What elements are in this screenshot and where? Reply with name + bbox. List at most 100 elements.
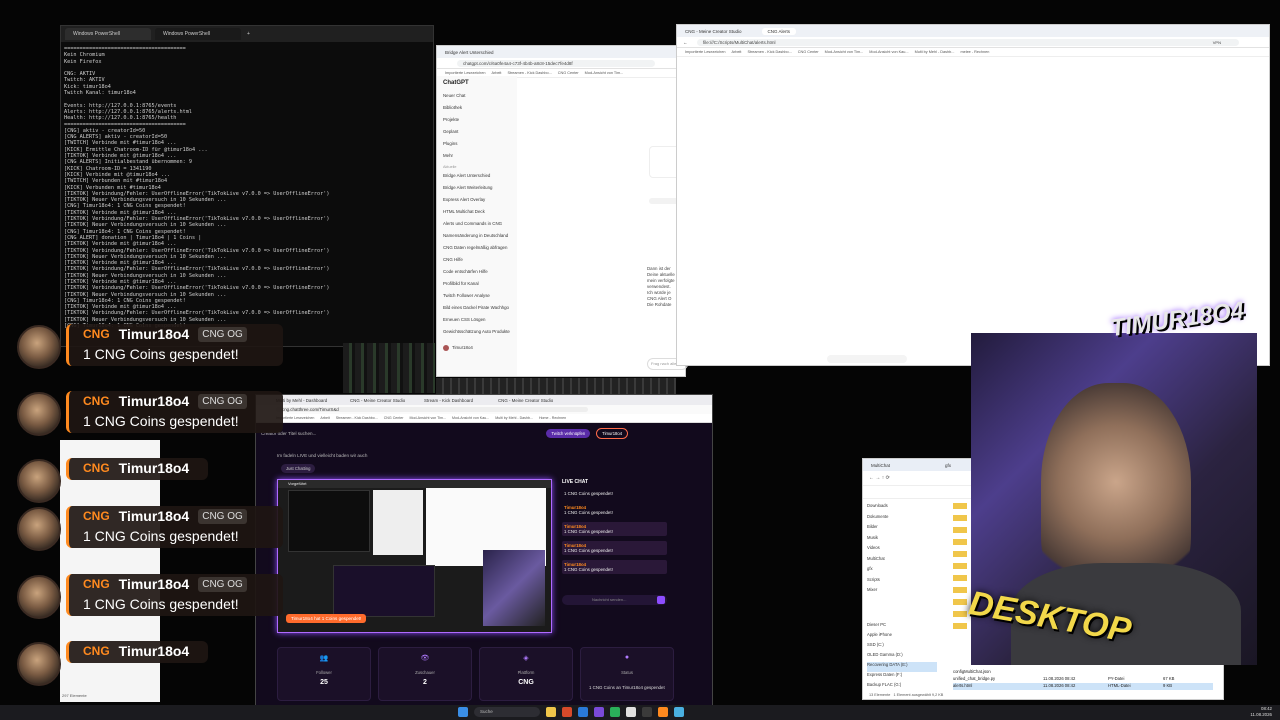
chat-history-item[interactable]: CNG Hilfe [437,254,517,266]
bookmark[interactable]: Mod-Ansicht von Kau... [452,416,489,420]
chat-history-item[interactable]: HTML Multichat Deck [437,206,517,218]
sidebar-menu-item[interactable]: Plugins [437,138,517,150]
user-profile[interactable]: Timur18o4 [437,342,517,354]
chat-history-item[interactable]: Bild eines Dackel Pirate Wachhgo [437,302,517,314]
chat-history-item[interactable]: Alerts und Commands in CNG [437,218,517,230]
drive-item[interactable]: Apple iPhone [867,632,937,642]
category-badge[interactable]: Just Chatting [281,464,316,473]
nav-folder[interactable]: Videos [867,545,937,556]
sidebar-menu-item[interactable]: Projekte [437,114,517,126]
file-row[interactable]: alerts.html 11.08.2026 08:42 HTML-Datei 9 K… [953,683,1213,690]
dashboard-browser-window[interactable]: Multi by Mehl - Dashboard CNG - Meine Cre… [255,394,713,708]
nav-folder[interactable]: gfx [867,566,937,577]
chat-history-item[interactable]: Bridge Alert Unterschied [437,170,517,182]
dashboard-url[interactable]: cng.chatthree.com/TimurS&d [276,407,588,412]
chat-text: 1 CNG Coins gespendet! [564,510,613,515]
file-row[interactable]: unified_chat_bridge.py 11.08.2026 08:42 PY… [953,676,1213,683]
drive-item[interactable]: SSD (C:) [867,642,937,652]
app-icon-4[interactable] [642,707,652,717]
nav-folder[interactable]: Downloads [867,503,937,514]
chat-history-item[interactable]: Twitch Follower Analyse [437,290,517,302]
bookmark[interactable]: Home - Rechnen [539,416,566,420]
sidebar-menu-item[interactable]: Bibliothek [437,102,517,114]
bookmark[interactable]: Mod-Ansicht von Kau... [869,50,908,54]
vpn-addon[interactable]: VPN [1213,40,1221,45]
nav-folder[interactable]: Scripts [867,577,937,588]
new-tab-icon[interactable]: + [247,31,250,37]
bookmark[interactable]: Multi by Mehl - Dashb... [915,50,955,54]
app-icon-6[interactable] [674,707,684,717]
explorer-tab-2[interactable]: gfx [945,463,951,468]
bookmark[interactable]: Importierte Lesezeichen [445,71,486,75]
bookmark[interactable]: Mod-Ansicht von Tim... [409,416,446,420]
chat-history-item[interactable]: Express Alert Overlay [437,194,517,206]
powershell-window[interactable]: Windows PowerShell Windows PowerShell + … [60,25,434,347]
bookmark[interactable]: Arbeit [320,416,329,420]
browser-tab[interactable]: CNG - Meine Creator Studio [350,398,416,403]
drive-item[interactable]: OLED Gamma (D:) [867,652,937,662]
chat-history-item[interactable]: Namensänderung in Deutschland [437,230,517,242]
powershell-tab-2[interactable]: Windows PowerShell [155,28,241,40]
chat-history-item[interactable]: Profilbild für Kanal [437,278,517,290]
chat-input[interactable]: Nachricht senden... [562,595,667,605]
app-icon-2[interactable] [610,707,620,717]
bookmark[interactable]: Arbeit [492,71,502,75]
terminal-icon[interactable] [578,707,588,717]
explorer-icon[interactable] [546,707,556,717]
drive-item[interactable]: Dieser PC [867,622,937,632]
user-menu[interactable]: Timur18o4 [596,427,629,439]
chat-history-item[interactable]: Erneuen CSS Lösgen [437,314,517,326]
drive-item[interactable]: Backup FLAC (G:) [867,682,937,692]
app-icon-5[interactable] [658,707,668,717]
twitch-link-button[interactable]: Twitch verknüpfen [546,428,591,438]
sidebar-menu-item[interactable]: Mehr [437,150,517,162]
bookmark[interactable]: Importierte Lesezeichen [685,50,726,54]
alerts-tab-2[interactable]: CNG Alerts [761,27,797,35]
file-row[interactable]: configMultiChat.json [953,669,1213,676]
send-icon[interactable] [657,596,665,604]
start-icon[interactable] [458,707,468,717]
drive-item[interactable]: Recovering DATA (E:) [867,662,937,672]
app-icon-3[interactable] [626,707,636,717]
nav-folder[interactable]: Mixer [867,587,937,598]
chatgpt-url[interactable]: chatgpt.com/c/6a0fe4a4-c73f-4b4b-a8c8-15… [457,59,655,67]
bookmark[interactable]: melee - Rechnen [960,50,989,54]
nav-folder[interactable]: Bilder [867,524,937,535]
chat-history-item[interactable]: Bridge Alert Weiterleitung [437,182,517,194]
sidebar-menu-item[interactable]: Geplant [437,126,517,138]
taskbar-clock[interactable]: 08:42 11.08.2026 [1250,706,1272,718]
bookmark[interactable]: Streamen - Kick Dashbo... [336,416,378,420]
drive-item[interactable]: Express Daten (F:) [867,672,937,682]
browser-tab[interactable]: Multi by Mehl - Dashboard [276,398,342,403]
powershell-tab-1[interactable]: Windows PowerShell [65,28,151,40]
chatgpt-window[interactable]: Bridge Alert Unterschied chatgpt.com/c/6… [436,45,688,377]
taskbar-search[interactable]: Suche [474,707,540,717]
bookmark[interactable]: Arbeit [732,50,742,54]
bookmark[interactable]: CNG Center [798,50,819,54]
bookmark[interactable]: CNG Center [558,71,579,75]
nav-folder[interactable]: Dokumente [867,514,937,525]
browser-tab[interactable]: Stream - Kick Dashboard [424,398,490,403]
bookmark[interactable]: Mod-Ansicht von Tim... [825,50,864,54]
bookmark[interactable]: Streamen - Kick Dashbo... [747,50,791,54]
sidebar-menu-item[interactable]: Neuer Chat [437,90,517,102]
chat-history-item[interactable]: Code entschärfen Hilfe [437,266,517,278]
bookmark[interactable]: Multi by Mehl - Dashb... [495,416,533,420]
stream-preview[interactable]: Vorgeführt Timur18o4 hat 1 Coins gespend… [277,479,552,633]
chatgpt-tab[interactable]: Bridge Alert Unterschied [445,50,494,55]
bookmark[interactable]: Mod-Ansicht von Tim... [585,71,624,75]
nav-folder[interactable]: Musik [867,535,937,546]
alerts-url[interactable]: file:///C:/Scripts/MultiChat/alerts.html [697,38,1239,46]
nav-folder[interactable]: MultiChat [867,556,937,567]
alerts-tab-1[interactable]: CNG - Meine Creator Studio [685,29,742,34]
back-icon[interactable]: ← [683,40,688,45]
sources-chip[interactable] [649,198,679,204]
explorer-tab[interactable]: MultiChat [871,463,890,468]
chat-history-item[interactable]: CNG Daten regelmäßig abfragen [437,242,517,254]
browser-icon[interactable] [562,707,572,717]
bookmark[interactable]: Streamen - Kick Dashbo... [507,71,551,75]
browser-tab[interactable]: CNG - Meine Creator Studio [498,398,564,403]
app-icon[interactable] [594,707,604,717]
bookmark[interactable]: CNG Center [384,416,404,420]
chat-history-item[interactable]: Gewichtsschätzung Auto Produkte [437,326,517,338]
